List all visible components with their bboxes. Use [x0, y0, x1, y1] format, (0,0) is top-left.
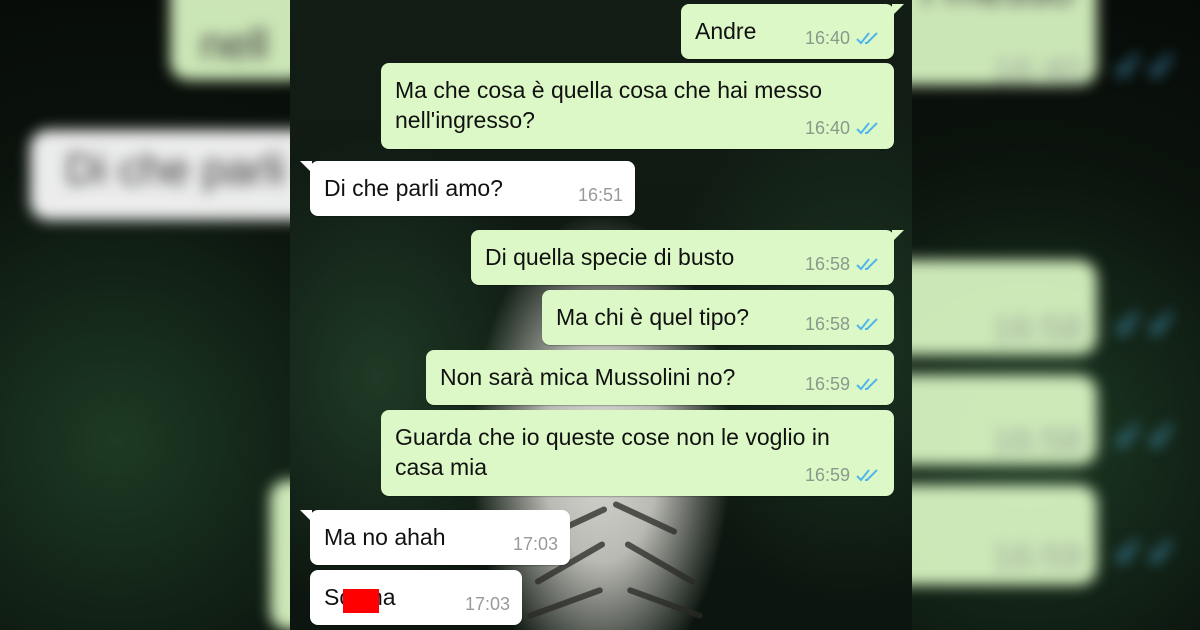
message-text: Di che parli amo?: [324, 175, 503, 201]
blurred-text: Di che parli: [65, 145, 286, 194]
message-bubble-incoming[interactable]: Di che parli amo? 16:51: [300, 161, 635, 216]
message-bubble-incoming[interactable]: Scema 17:03: [310, 570, 522, 625]
double-check-icon: [856, 32, 878, 45]
message-time: 17:03: [464, 594, 510, 614]
blurred-time: 16:58: [992, 420, 1083, 461]
message-bubble-outgoing[interactable]: Di quella specie di busto 16:58: [471, 230, 904, 285]
double-check-icon: ✓✓: [1112, 531, 1180, 575]
redaction-box: [343, 589, 379, 613]
blurred-time: 16:58: [992, 308, 1083, 349]
message-time: 16:40: [804, 28, 850, 48]
blurred-background-right: i messo 16:40 ✓✓ 16:58 ✓✓ 16:58 ✓✓ 16:59…: [912, 0, 1200, 630]
double-check-icon: ✓✓: [1112, 303, 1180, 347]
double-check-icon: [856, 258, 878, 271]
message-time: 16:59: [804, 465, 850, 485]
message-time: 16:58: [804, 314, 850, 334]
chat-conversation: Andre 16:40 Ma che cosa è quella cosa ch…: [290, 0, 912, 630]
blurred-time: 16:40: [992, 50, 1083, 91]
blurred-time: 16:59: [992, 536, 1083, 577]
message-time: 16:59: [804, 374, 850, 394]
double-check-icon: [856, 378, 878, 391]
message-bubble-incoming[interactable]: Ma no ahah 17:03: [300, 510, 570, 565]
message-time: 16:58: [804, 254, 850, 274]
message-time: 16:40: [804, 118, 850, 138]
double-check-icon: [856, 122, 878, 135]
double-check-icon: [856, 318, 878, 331]
double-check-icon: ✓✓: [1112, 45, 1180, 89]
double-check-icon: ✓✓: [1112, 415, 1180, 459]
message-bubble-outgoing[interactable]: Ma chi è quel tipo? 16:58: [542, 290, 894, 345]
double-check-icon: [856, 469, 878, 482]
blurred-text: i messo: [922, 0, 1074, 15]
message-bubble-outgoing[interactable]: Andre 16:40: [681, 4, 904, 59]
blurred-background-left: nell Di che parli: [0, 0, 290, 630]
message-bubble-outgoing[interactable]: Ma che cosa è quella cosa che hai messo …: [381, 63, 894, 149]
message-bubble-outgoing[interactable]: Non sarà mica Mussolini no? 16:59: [426, 350, 894, 405]
message-time: 17:03: [512, 534, 558, 554]
blurred-bubble: [270, 480, 290, 630]
blurred-text: nell: [200, 20, 269, 69]
message-time: 16:51: [577, 185, 623, 205]
message-bubble-outgoing[interactable]: Guarda che io queste cose non le voglio …: [381, 410, 894, 496]
